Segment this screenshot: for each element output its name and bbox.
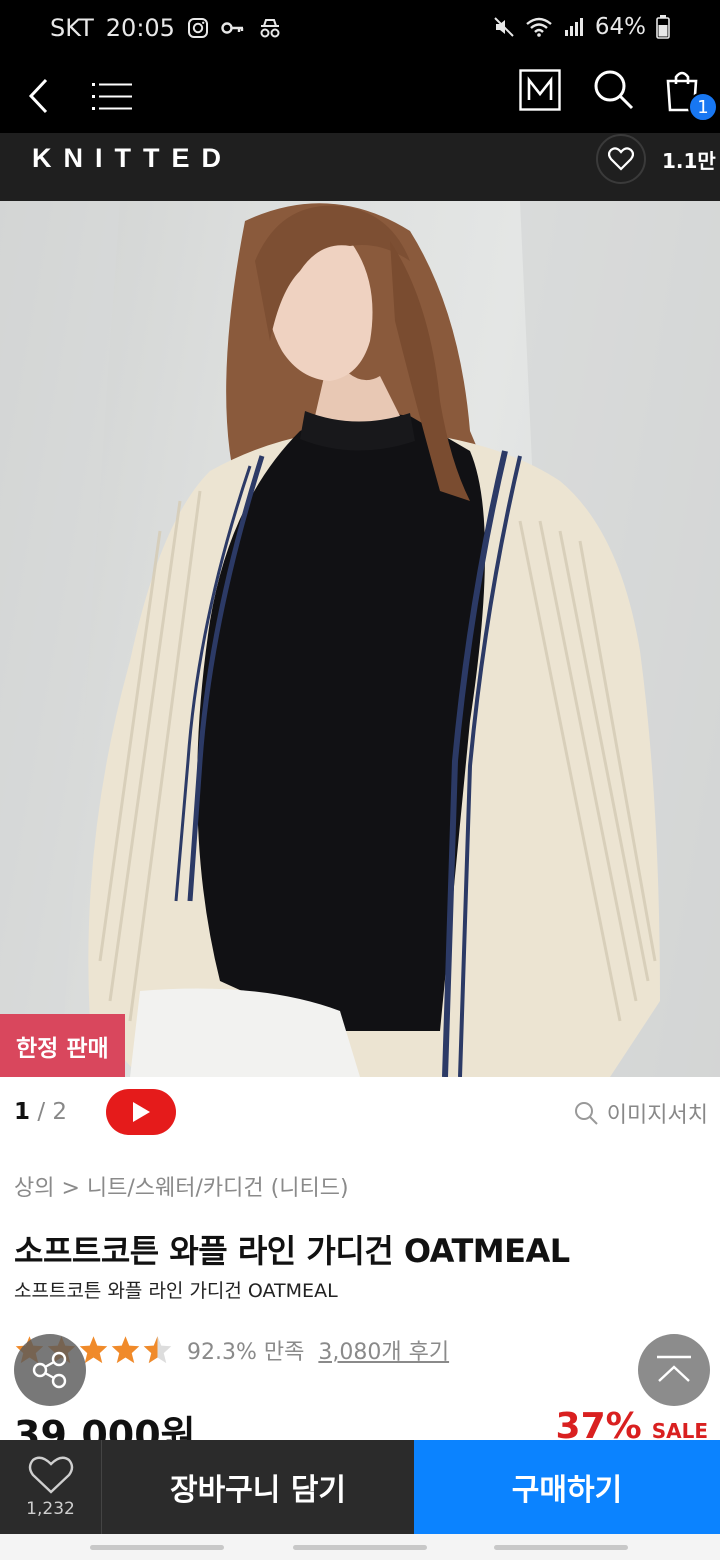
product-subtitle: 소프트코튼 와플 라인 가디건 OATMEAL [14, 1280, 338, 1302]
m-logo-icon [519, 69, 561, 111]
gesture-pill-right[interactable] [494, 1545, 628, 1550]
gesture-nav-bar [0, 1534, 720, 1560]
cart-count-badge: 1 [688, 92, 718, 122]
gesture-pill-left[interactable] [90, 1545, 224, 1550]
incognito-icon [257, 17, 283, 39]
brand-name[interactable]: KNITTED [32, 143, 233, 174]
add-to-cart-button[interactable]: 장바구니 담기 [102, 1440, 414, 1534]
search-icon [594, 70, 634, 110]
satisfaction-rate: 92.3% 만족 [187, 1340, 305, 1365]
star-icon [111, 1336, 140, 1364]
carrier-label: SKT [50, 14, 94, 42]
search-icon [574, 1102, 598, 1125]
search-button[interactable] [588, 64, 638, 114]
cart-button[interactable]: 1 [660, 62, 718, 122]
brand-like-button[interactable] [596, 134, 646, 184]
image-search-button[interactable]: 이미지서치 [573, 1097, 708, 1129]
heart-icon [608, 147, 634, 171]
share-button[interactable] [14, 1334, 86, 1406]
heart-icon [28, 1456, 73, 1494]
wifi-icon [525, 16, 553, 38]
image-pager: 1 / 2 [14, 1099, 67, 1125]
brand-bar: KNITTED 1.1만 [0, 133, 720, 201]
breadcrumb[interactable]: 상의 > 니트/스웨터/카디건 (니티드) [14, 1170, 349, 1202]
list-menu-icon [92, 83, 132, 110]
pager-total: / 2 [37, 1099, 68, 1125]
share-icon [32, 1351, 67, 1389]
menu-button[interactable] [88, 66, 136, 126]
review-count-link[interactable]: 3,080개 후기 [318, 1334, 449, 1366]
pager-current: 1 [14, 1099, 31, 1125]
signal-icon [563, 16, 585, 38]
status-right: 64% [493, 14, 670, 40]
star-half-icon [143, 1336, 172, 1364]
product-photo [0, 201, 720, 1077]
mute-icon [493, 16, 515, 38]
product-image[interactable]: 한정 판매 [0, 201, 720, 1077]
key-icon [221, 21, 245, 35]
battery-label: 64% [594, 14, 646, 40]
wishlist-count: 1,232 [26, 1499, 75, 1519]
product-title: 소프트코튼 와플 라인 가디건 OATMEAL [14, 1232, 570, 1270]
gesture-pill-center[interactable] [293, 1545, 427, 1550]
play-icon [133, 1102, 150, 1122]
image-search-label: 이미지서치 [606, 1103, 708, 1128]
status-bar: SKT 20:05 64% [0, 0, 720, 56]
battery-icon [656, 15, 670, 39]
clock: 20:05 [105, 14, 175, 42]
limited-sale-badge: 한정 판매 [0, 1014, 125, 1077]
top-nav: 1 [0, 56, 720, 133]
wishlist-button[interactable]: 1,232 [0, 1440, 102, 1534]
scroll-top-icon [657, 1355, 691, 1382]
back-button[interactable] [18, 66, 58, 126]
brand-like-count: 1.1만 [662, 149, 716, 173]
image-meta-row: 1 / 2 이미지서치 [0, 1077, 720, 1151]
m-logo-button[interactable] [518, 68, 562, 112]
chevron-left-icon [28, 78, 48, 114]
scroll-top-button[interactable] [638, 1334, 710, 1406]
buy-now-button[interactable]: 구매하기 [414, 1440, 720, 1534]
bottom-action-bar: 1,232 장바구니 담기 구매하기 [0, 1440, 720, 1534]
status-left: SKT 20:05 [50, 14, 283, 42]
video-play-button[interactable] [106, 1089, 176, 1135]
instagram-icon [187, 17, 209, 39]
